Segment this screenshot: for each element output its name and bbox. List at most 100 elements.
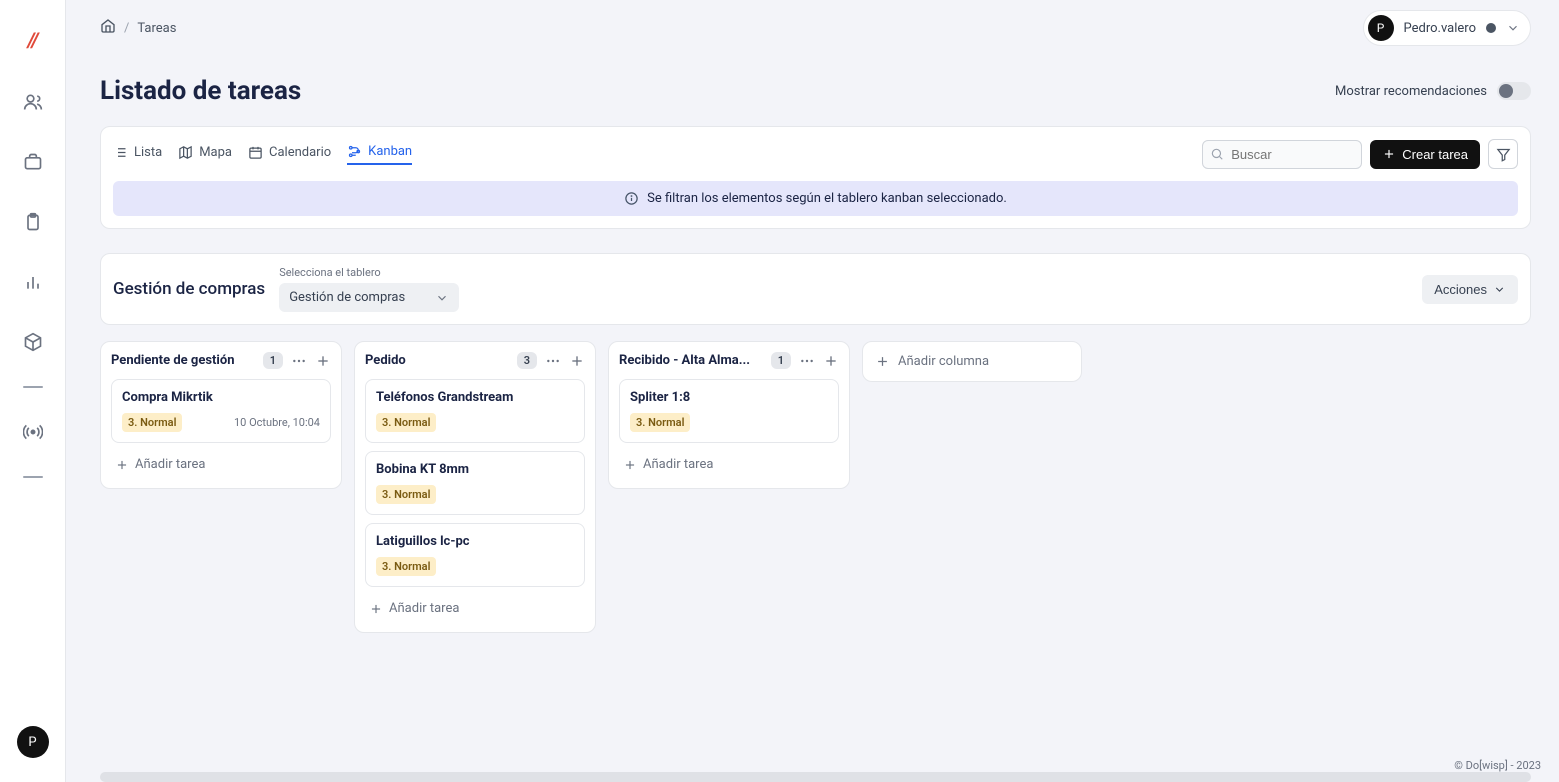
kanban-card[interactable]: Latiguillos lc-pc 3. Normal	[365, 523, 585, 587]
add-task-button[interactable]: Añadir tarea	[365, 595, 585, 622]
nav-clipboard[interactable]	[15, 204, 51, 240]
board-title: Gestión de compras	[113, 279, 265, 299]
map-icon	[178, 145, 193, 160]
column-more-button[interactable]	[799, 353, 815, 369]
recommendations-toggle-row: Mostrar recomendaciones	[1335, 82, 1531, 100]
bar-chart-icon	[23, 272, 43, 292]
user-name: Pedro.valero	[1404, 21, 1476, 36]
broadcast-icon	[23, 422, 43, 442]
plus-icon	[823, 353, 839, 369]
kanban-card[interactable]: Teléfonos Grandstream 3. Normal	[365, 379, 585, 443]
add-task-label: Añadir tarea	[389, 601, 459, 616]
kanban-column: Pedido 3 Teléfonos Grandstream 3. Normal	[354, 341, 596, 633]
add-task-label: Añadir tarea	[643, 457, 713, 472]
column-title: Pendiente de gestión	[111, 353, 234, 368]
recommendations-label: Mostrar recomendaciones	[1335, 84, 1487, 99]
column-more-button[interactable]	[291, 353, 307, 369]
view-card: Lista Mapa Calendario Kanban	[100, 126, 1531, 229]
actions-label: Acciones	[1434, 282, 1487, 297]
briefcase-icon	[23, 152, 43, 172]
tab-kanban-label: Kanban	[368, 144, 412, 159]
kanban-card[interactable]: Compra Mikrtik 3. Normal 10 Octubre, 10:…	[111, 379, 331, 443]
kanban-board: Pendiente de gestión 1 Compra Mikrtik 3.…	[100, 341, 1531, 653]
home-icon[interactable]	[100, 18, 116, 38]
filter-icon	[1496, 147, 1511, 162]
tab-kanban[interactable]: Kanban	[347, 144, 412, 165]
column-add-button[interactable]	[315, 353, 331, 369]
tab-list-label: Lista	[134, 145, 162, 160]
nav-broadcast[interactable]	[15, 414, 51, 450]
column-count: 3	[517, 352, 537, 369]
card-date: 10 Octubre, 10:04	[234, 416, 320, 429]
tab-map[interactable]: Mapa	[178, 145, 232, 164]
kanban-card[interactable]: Bobina KT 8mm 3. Normal	[365, 451, 585, 515]
board-select-label: Selecciona el tablero	[279, 266, 459, 279]
breadcrumb: / Tareas	[100, 18, 176, 38]
column-add-button[interactable]	[823, 353, 839, 369]
user-menu[interactable]: P Pedro.valero	[1363, 10, 1531, 46]
tab-calendar[interactable]: Calendario	[248, 145, 331, 164]
nav-divider-2	[23, 476, 43, 478]
column-title: Pedido	[365, 353, 406, 368]
filter-alert: Se filtran los elementos según el tabler…	[113, 181, 1518, 216]
chevron-down-icon	[435, 291, 449, 305]
nav-users[interactable]	[15, 84, 51, 120]
package-icon	[23, 332, 43, 352]
nav-stats[interactable]	[15, 264, 51, 300]
sidebar: // P	[0, 0, 66, 782]
more-icon	[291, 353, 307, 369]
board-select[interactable]: Gestión de compras	[279, 283, 459, 312]
clipboard-icon	[23, 212, 43, 232]
card-title: Bobina KT 8mm	[376, 462, 574, 477]
plus-icon	[1382, 147, 1396, 161]
add-task-button[interactable]: Añadir tarea	[111, 451, 331, 478]
priority-tag: 3. Normal	[376, 557, 436, 576]
priority-tag: 3. Normal	[122, 413, 182, 432]
plus-icon	[115, 458, 129, 472]
sidebar-avatar[interactable]: P	[17, 726, 49, 758]
column-more-button[interactable]	[545, 353, 561, 369]
tab-calendar-label: Calendario	[269, 145, 331, 160]
kanban-icon	[347, 144, 362, 159]
filter-button[interactable]	[1488, 139, 1518, 169]
priority-tag: 3. Normal	[376, 413, 436, 432]
plus-icon	[315, 353, 331, 369]
board-selector-card: Gestión de compras Selecciona el tablero…	[100, 253, 1531, 325]
column-title: Recibido - Alta Alma...	[619, 353, 750, 368]
more-icon	[545, 353, 561, 369]
more-icon	[799, 353, 815, 369]
add-column-button[interactable]: Añadir columna	[862, 341, 1082, 382]
column-count: 1	[771, 352, 791, 369]
kanban-card[interactable]: Spliter 1:8 3. Normal	[619, 379, 839, 443]
card-title: Teléfonos Grandstream	[376, 390, 574, 405]
view-actions: Crear tarea	[1202, 139, 1518, 169]
breadcrumb-sep: /	[124, 21, 129, 36]
column-add-button[interactable]	[569, 353, 585, 369]
title-row: Listado de tareas Mostrar recomendacione…	[100, 76, 1531, 106]
plus-icon	[875, 354, 890, 369]
create-task-button[interactable]: Crear tarea	[1370, 140, 1480, 169]
board-select-value: Gestión de compras	[289, 290, 405, 305]
main: / Tareas P Pedro.valero Listado de tarea…	[66, 0, 1559, 782]
nav-briefcase[interactable]	[15, 144, 51, 180]
recommendations-toggle[interactable]	[1497, 82, 1531, 100]
app-logo: //	[27, 28, 37, 52]
filter-alert-text: Se filtran los elementos según el tabler…	[647, 191, 1007, 206]
horizontal-scrollbar[interactable]	[100, 772, 1531, 782]
user-avatar: P	[1368, 15, 1394, 41]
add-task-button[interactable]: Añadir tarea	[619, 451, 839, 478]
card-title: Compra Mikrtik	[122, 390, 320, 405]
actions-button[interactable]: Acciones	[1422, 275, 1518, 304]
priority-tag: 3. Normal	[630, 413, 690, 432]
info-icon	[624, 191, 639, 206]
tab-list[interactable]: Lista	[113, 145, 162, 164]
search-input[interactable]	[1202, 140, 1362, 169]
column-count: 1	[263, 352, 283, 369]
content: Listado de tareas Mostrar recomendacione…	[66, 56, 1559, 772]
nav-package[interactable]	[15, 324, 51, 360]
topbar: / Tareas P Pedro.valero	[66, 0, 1559, 56]
create-task-label: Crear tarea	[1402, 147, 1468, 162]
chevron-down-icon	[1493, 283, 1506, 296]
breadcrumb-item[interactable]: Tareas	[137, 21, 176, 36]
plus-icon	[369, 602, 383, 616]
